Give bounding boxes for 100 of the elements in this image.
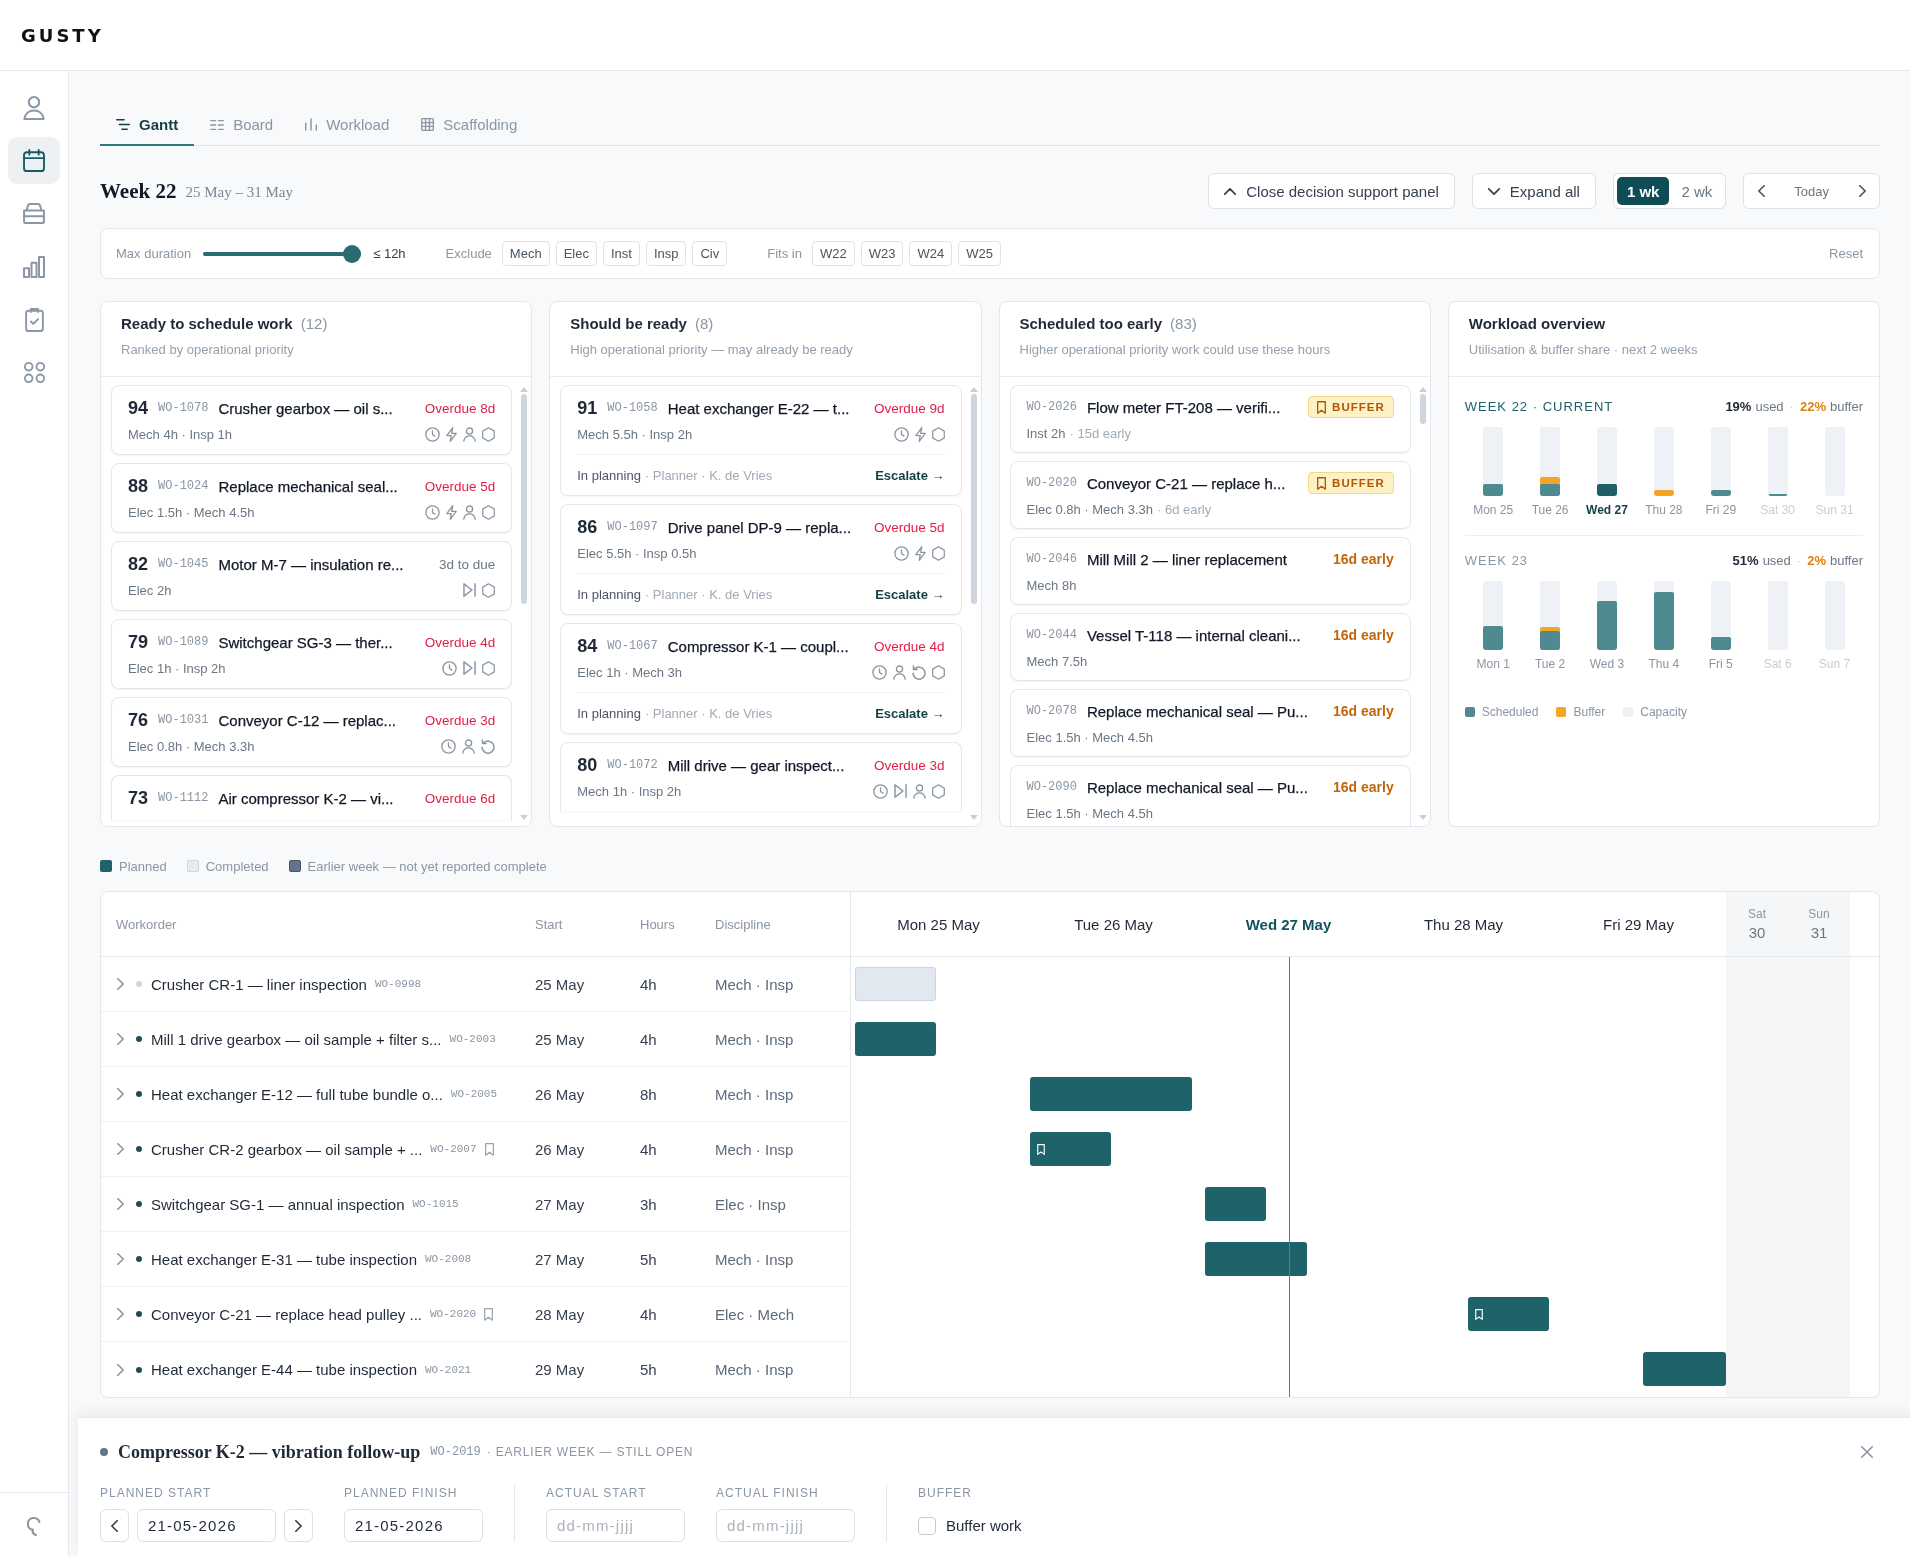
logo[interactable]: GUSTY bbox=[21, 24, 104, 46]
hours-value: 4h bbox=[640, 1140, 658, 1158]
date-field[interactable]: dd-mm-jjjj bbox=[546, 1509, 685, 1542]
filter-chip[interactable]: W25 bbox=[958, 241, 1001, 266]
overdue-status: Overdue 3d bbox=[873, 757, 945, 773]
hours-value: 5h bbox=[640, 1361, 658, 1378]
clock-icon bbox=[893, 426, 909, 442]
panel-subtitle: High operational priority — may already be ready bbox=[570, 341, 854, 359]
expand-chevron-icon[interactable] bbox=[117, 1143, 124, 1155]
priority-score: 88 bbox=[128, 475, 149, 497]
work-card[interactable]: WO-2026 Flow meter FT-208 — verifi... BUFFER Inst 2h · 15d early bbox=[1009, 385, 1411, 453]
work-card[interactable]: 79 WO-1089 Switchgear SG-3 — ther... Overdue 4d Elec 1h · Insp 2h bbox=[111, 619, 513, 689]
filter-chip[interactable]: Mech bbox=[501, 241, 550, 266]
column-header: Discipline bbox=[715, 916, 772, 932]
work-card[interactable]: WO-2020 Conveyor C-21 — replace h... BUFFER Elec 0.8h · Mech 3.3h · 6d early bbox=[1009, 461, 1411, 529]
scroll-up-icon[interactable] bbox=[1418, 387, 1427, 392]
expand-chevron-icon[interactable] bbox=[117, 1033, 124, 1045]
day-header: Thu 28 May bbox=[1423, 915, 1504, 933]
gantt-bar[interactable] bbox=[1030, 1132, 1112, 1166]
slider-thumb[interactable] bbox=[343, 244, 362, 263]
escalate-link[interactable]: Escalate → bbox=[875, 705, 945, 721]
scheduled-swatch-icon bbox=[1464, 707, 1475, 717]
today-button[interactable]: Today bbox=[1778, 174, 1845, 208]
work-card[interactable]: 84 WO-1067 Compressor K-1 — coupl... Overdue 4d Elec 1h · Mech 3h In planning · Planner · K. de Vries Escalate → bbox=[560, 623, 962, 734]
buffer-swatch-icon bbox=[1556, 707, 1567, 717]
work-order-number: WO-2008 bbox=[425, 1253, 472, 1265]
work-card[interactable]: 91 WO-1058 Heat exchanger E-22 — t... Overdue 9d Mech 5.5h · Insp 2h In planning · Planner · K. de Vries Escalate → bbox=[560, 385, 962, 496]
filter-chip[interactable]: Elec bbox=[555, 241, 597, 266]
panel-title: Should be ready bbox=[570, 315, 687, 332]
close-panel-button[interactable]: Close decision support panel bbox=[1208, 173, 1455, 209]
date-field[interactable]: 21-05-2026 bbox=[137, 1509, 276, 1542]
work-card[interactable]: 82 WO-1045 Motor M-7 — insulation re... 3d to due Elec 2h bbox=[111, 541, 513, 611]
filter-chip[interactable]: Insp bbox=[645, 241, 687, 266]
card-title: Flow meter FT-208 — verifi... bbox=[1086, 398, 1282, 416]
work-card[interactable]: WO-2044 Vessel T-118 — internal cleani... 16d early Mech 7.5h bbox=[1009, 613, 1411, 681]
start-date: 27 May bbox=[535, 1195, 586, 1213]
workorder-title[interactable]: Switchgear SG-1 — annual inspection bbox=[151, 1195, 405, 1213]
close-button[interactable] bbox=[1859, 1444, 1875, 1460]
work-card[interactable]: WO-2090 Replace mechanical seal — Pu... 16d early Elec 1.5h · Mech 4.5h bbox=[1009, 765, 1411, 826]
previous-day-button[interactable] bbox=[100, 1509, 129, 1542]
gantt-bar[interactable] bbox=[1467, 1297, 1549, 1331]
expand-chevron-icon[interactable] bbox=[117, 1088, 124, 1100]
work-card[interactable]: 88 WO-1024 Replace mechanical seal... Overdue 5d Elec 1.5h · Mech 4.5h bbox=[111, 463, 513, 533]
filter-chip[interactable]: Civ bbox=[692, 241, 728, 266]
scroll-down-icon[interactable] bbox=[1418, 815, 1427, 820]
filter-chip[interactable]: W24 bbox=[909, 241, 953, 266]
overdue-status: Overdue 3d bbox=[424, 712, 496, 728]
early-note: · 6d early bbox=[1156, 501, 1212, 517]
checkbox-label[interactable]: Buffer work bbox=[946, 1517, 1022, 1534]
scroll-down-icon[interactable] bbox=[520, 815, 529, 820]
range-option[interactable]: 1 wk bbox=[1616, 177, 1670, 205]
date-field[interactable]: dd-mm-jjjj bbox=[716, 1509, 855, 1542]
date-field[interactable]: 21-05-2026 bbox=[344, 1509, 483, 1542]
expand-chevron-icon[interactable] bbox=[117, 1253, 124, 1265]
checkbox[interactable] bbox=[918, 1516, 936, 1535]
work-order-number: WO-2078 bbox=[1026, 704, 1077, 718]
discipline-text: Mech · Insp bbox=[715, 1250, 795, 1268]
legend-label: Scheduled bbox=[1481, 705, 1539, 719]
expand-chevron-icon[interactable] bbox=[117, 1308, 124, 1320]
filter-chip[interactable]: Inst bbox=[602, 241, 640, 266]
range-option[interactable]: 2 wk bbox=[1671, 177, 1723, 205]
overdue-status: Overdue 6d bbox=[424, 790, 496, 806]
scroll-up-icon[interactable] bbox=[969, 387, 978, 392]
workorder-title[interactable]: Crusher CR-2 gearbox — oil sample + ... bbox=[151, 1140, 423, 1158]
work-card[interactable]: 86 WO-1097 Drive panel DP-9 — repla... Overdue 5d Elec 5.5h · Insp 0.5h In planning · Planner · K. de Vries Escalate → bbox=[560, 504, 962, 615]
work-card[interactable]: 76 WO-1031 Conveyor C-12 — replac... Overdue 3d Elec 0.8h · Mech 3.3h bbox=[111, 697, 513, 767]
hexagon-icon bbox=[931, 545, 945, 561]
scroll-down-icon[interactable] bbox=[969, 815, 978, 820]
view-tab[interactable]: Gantt bbox=[100, 105, 195, 146]
scroll-up-icon[interactable] bbox=[520, 387, 529, 392]
expand-chevron-icon[interactable] bbox=[117, 978, 124, 990]
scrollbar-thumb[interactable] bbox=[1419, 394, 1426, 425]
next-day-button[interactable] bbox=[284, 1509, 313, 1542]
work-card[interactable]: WO-2046 Mill Mill 2 — liner replacement 16d early Mech 8h bbox=[1009, 537, 1411, 605]
workorder-title[interactable]: Heat exchanger E-44 — tube inspection bbox=[151, 1361, 417, 1378]
discipline-text: Elec · Mech bbox=[715, 1305, 796, 1323]
workorder-title[interactable]: Crusher CR-1 — liner inspection bbox=[151, 975, 367, 993]
escalate-link[interactable]: Escalate → bbox=[875, 586, 945, 602]
workorder-title[interactable]: Heat exchanger E-31 — tube inspection bbox=[151, 1250, 417, 1268]
escalate-link[interactable]: Escalate → bbox=[875, 467, 945, 483]
workorder-title[interactable]: Mill 1 drive gearbox — oil sample + filter s... bbox=[151, 1030, 442, 1048]
sidebar-item[interactable] bbox=[8, 137, 60, 184]
lightning-bolt-icon bbox=[446, 504, 458, 520]
scrollbar-thumb[interactable] bbox=[521, 394, 528, 604]
expand-chevron-icon[interactable] bbox=[117, 1198, 124, 1210]
swirl-icon[interactable] bbox=[27, 1514, 41, 1536]
expand-all-button[interactable]: Expand all bbox=[1471, 173, 1596, 209]
card-hours: Mech 5.5h · Insp 2h bbox=[577, 426, 693, 442]
work-card[interactable]: 73 WO-1112 Air compressor K-2 — vi... Overdue 6d bbox=[111, 775, 513, 820]
workorder-title[interactable]: Heat exchanger E-12 — full tube bundle o... bbox=[151, 1085, 443, 1103]
expand-chevron-icon[interactable] bbox=[117, 1363, 124, 1376]
overdue-status: Overdue 5d bbox=[424, 478, 496, 494]
workorder-title[interactable]: Conveyor C-21 — replace head pulley ... bbox=[151, 1305, 422, 1323]
work-card[interactable]: WO-2078 Replace mechanical seal — Pu... 16d early Elec 1.5h · Mech 4.5h bbox=[1009, 689, 1411, 757]
work-card[interactable]: 94 WO-1078 Crusher gearbox — oil s... Overdue 8d Mech 4h · Insp 1h bbox=[111, 385, 513, 455]
scrollbar-thumb[interactable] bbox=[970, 394, 977, 604]
filter-chip[interactable]: W23 bbox=[860, 241, 904, 266]
filter-chip[interactable]: W22 bbox=[811, 241, 855, 266]
work-card[interactable]: 80 WO-1072 Mill drive — gear inspect... Overdue 3d Mech 1h · Insp 2h bbox=[560, 742, 962, 811]
planner-name: · Planner · K. de Vries bbox=[644, 586, 773, 602]
